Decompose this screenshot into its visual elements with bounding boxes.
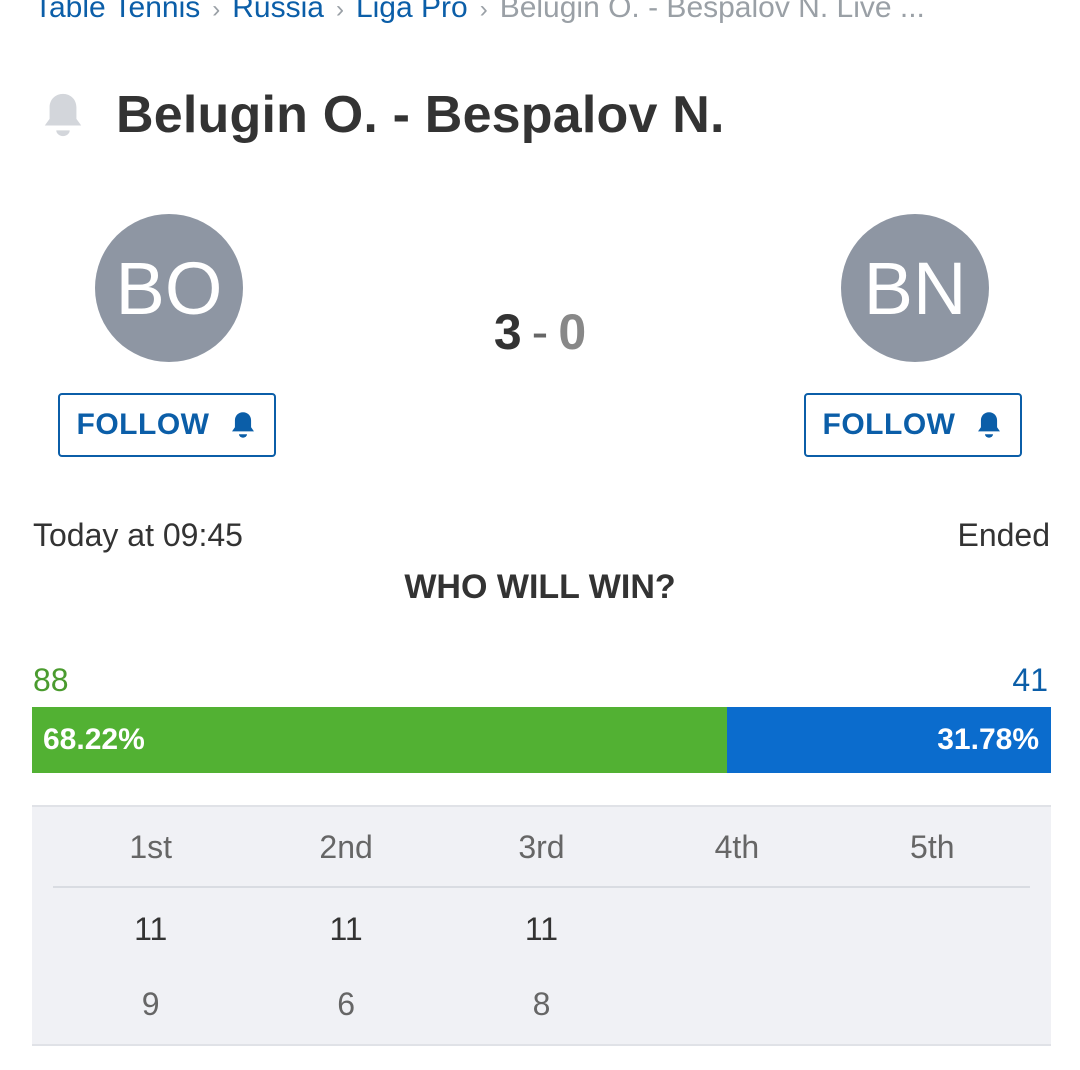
- away-vote-percentage: 31.78%: [937, 723, 1039, 756]
- title-row: Belugin O. - Bespalov N.: [40, 80, 725, 150]
- poll-heading: WHO WILL WIN?: [404, 568, 676, 606]
- home-player-avatar[interactable]: BO: [95, 214, 243, 362]
- set-score: 11: [329, 911, 363, 947]
- follow-button-label: FOLLOW: [76, 408, 210, 441]
- bell-icon[interactable]: [40, 90, 86, 140]
- divider: [53, 886, 1030, 888]
- away-player-avatar[interactable]: BN: [841, 214, 989, 362]
- set-score: [835, 909, 1030, 949]
- vote-away-segment[interactable]: 31.78%: [727, 707, 1051, 773]
- set-header: 2nd: [319, 829, 373, 865]
- set-header: 5th: [910, 829, 955, 865]
- breadcrumb-separator: ›: [335, 0, 344, 23]
- breadcrumb-separator: ›: [212, 0, 221, 23]
- set-header: 4th: [714, 829, 760, 865]
- away-player-initials: BN: [863, 246, 967, 330]
- set-score: [835, 984, 1030, 1024]
- set-score: [639, 984, 834, 1024]
- breadcrumb-link-league[interactable]: Liga Pro: [356, 0, 468, 24]
- match-score: 3-0: [440, 300, 640, 364]
- set-scores-table: 1st 2nd 3rd 4th 5th 11 11 11 9 6 8: [32, 805, 1051, 1046]
- away-set-scores-row: 9 6 8: [53, 984, 1030, 1024]
- vote-home-segment[interactable]: 68.22%: [32, 707, 728, 773]
- breadcrumb-current: Belugin O. - Bespalov N. Live ...: [499, 0, 925, 24]
- follow-button-label: FOLLOW: [822, 408, 956, 441]
- breadcrumb-link-sport[interactable]: Table Tennis: [34, 0, 200, 24]
- set-score: 6: [337, 986, 355, 1022]
- away-score: 0: [558, 304, 587, 360]
- home-score: 3: [493, 304, 522, 360]
- set-score: 11: [524, 911, 559, 947]
- home-vote-count: 88: [33, 662, 69, 698]
- match-start-time: Today at 09:45: [33, 517, 243, 553]
- score-separator: -: [531, 304, 549, 360]
- follow-away-button[interactable]: FOLLOW: [804, 393, 1022, 457]
- follow-home-button[interactable]: FOLLOW: [58, 393, 276, 457]
- match-status: Ended: [957, 517, 1050, 553]
- home-vote-percentage: 68.22%: [43, 723, 145, 756]
- set-score: [639, 909, 834, 949]
- set-headers-row: 1st 2nd 3rd 4th 5th: [53, 827, 1030, 867]
- match-page: Table Tennis › Russia › Liga Pro › Belugin O. …: [0, 0, 1080, 1070]
- vote-bar: 68.22% 31.78%: [32, 707, 1051, 773]
- set-header: 1st: [129, 829, 173, 865]
- bell-icon: [232, 412, 255, 438]
- set-header: 3rd: [518, 829, 565, 865]
- breadcrumb: Table Tennis › Russia › Liga Pro › Belugin O. …: [34, 0, 1054, 30]
- page-title: Belugin O. - Bespalov N.: [116, 86, 725, 144]
- breadcrumb-separator: ›: [479, 0, 488, 23]
- away-vote-count: 41: [1012, 662, 1048, 698]
- breadcrumb-link-country[interactable]: Russia: [232, 0, 324, 24]
- set-score: 8: [532, 986, 551, 1022]
- home-player-initials: BO: [115, 246, 223, 330]
- bell-icon: [978, 412, 1001, 438]
- set-score: 9: [141, 986, 160, 1022]
- home-set-scores-row: 11 11 11: [53, 909, 1030, 949]
- set-score: 11: [134, 911, 168, 947]
